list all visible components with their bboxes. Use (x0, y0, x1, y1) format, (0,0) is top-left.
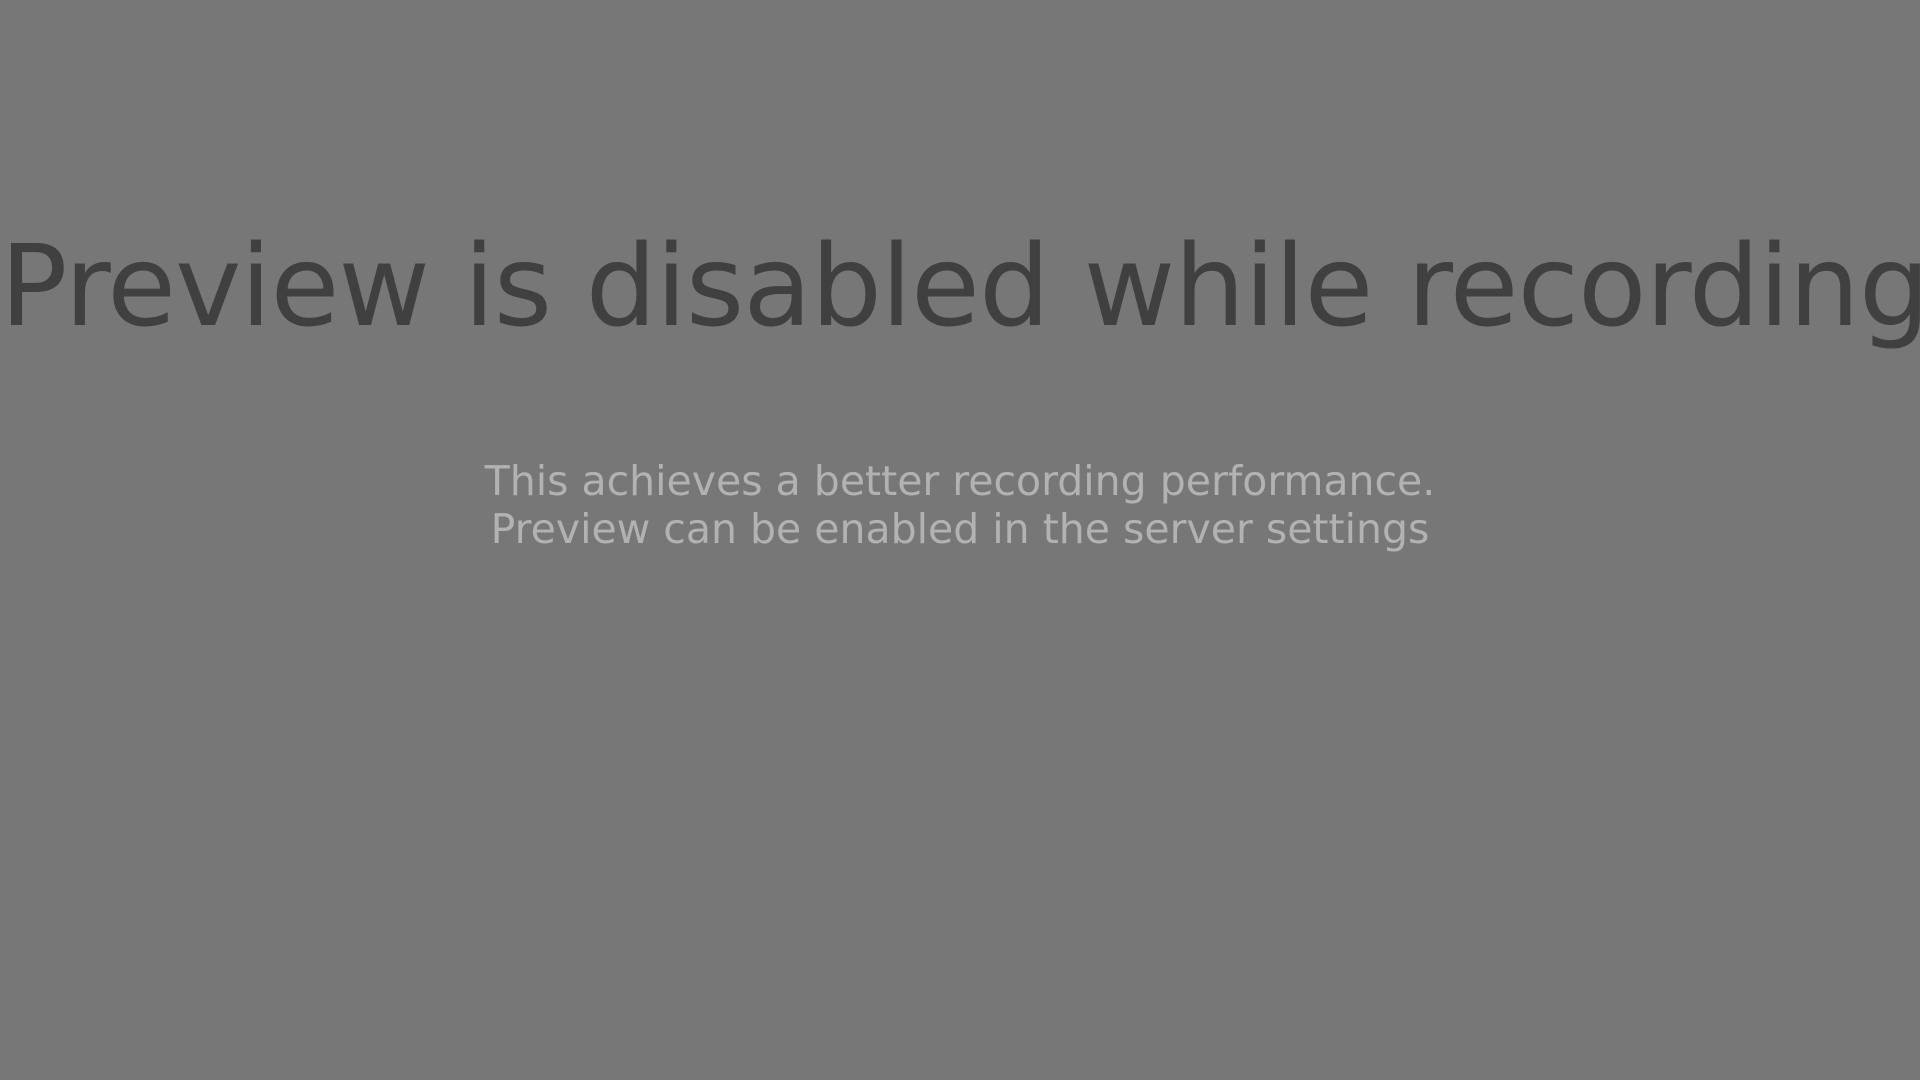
preview-disabled-message: This achieves a better recording perform… (0, 457, 1920, 553)
preview-disabled-title: Preview is disabled while recording (0, 222, 1920, 352)
performance-note: This achieves a better recording perform… (484, 457, 1436, 505)
preview-disabled-screen: Preview is disabled while recording This… (0, 0, 1920, 1080)
server-settings-note: Preview can be enabled in the server set… (490, 505, 1430, 553)
